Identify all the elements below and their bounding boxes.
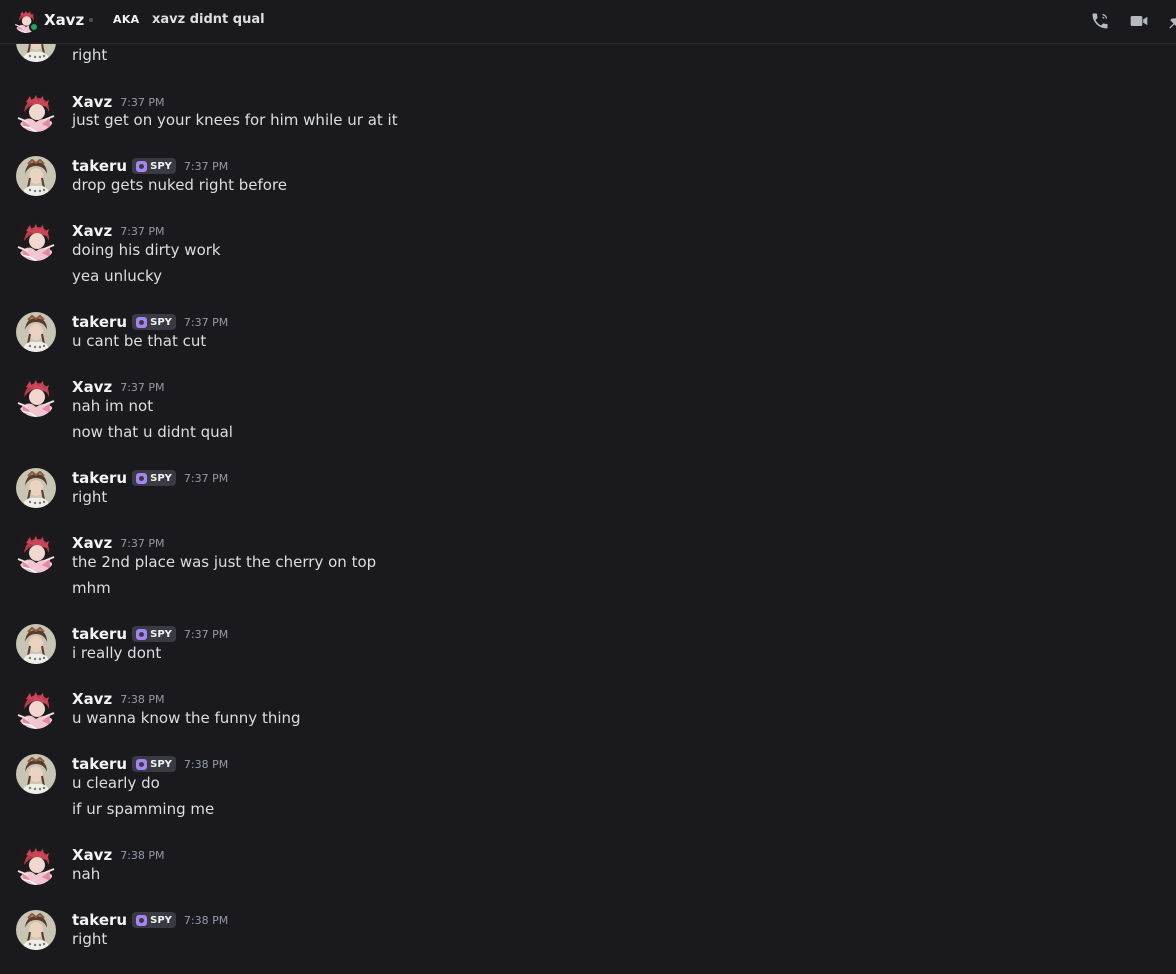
tag-icon (136, 628, 148, 640)
message-header: Xavz 7:37 PM (72, 221, 165, 241)
message-header: takeru SPY 7:37 PM (72, 156, 228, 176)
header-username[interactable]: Xavz (44, 11, 84, 29)
tag-label: SPY (150, 316, 172, 328)
message-text: drop gets nuked right before (72, 176, 288, 194)
message-header: Xavz 7:37 PM (72, 92, 165, 112)
message-text: nah im not (72, 397, 154, 415)
message-text: right (72, 46, 108, 64)
message-header: takeru SPY 7:37 PM (72, 624, 228, 644)
message-header: takeru SPY 7:38 PM (72, 910, 228, 930)
author-name[interactable]: takeru (72, 755, 127, 773)
message-text: right (72, 488, 108, 506)
online-status-icon (29, 22, 39, 32)
author-name[interactable]: Xavz (72, 690, 112, 708)
timestamp[interactable]: 7:37 PM (184, 160, 228, 173)
message-text: the 2nd place was just the cherry on top (72, 553, 377, 571)
timestamp[interactable]: 7:38 PM (184, 914, 228, 927)
tag-label: SPY (150, 628, 172, 640)
message-header: Xavz 7:37 PM (72, 377, 165, 397)
author-name[interactable]: Xavz (72, 534, 112, 552)
message-text: nah (72, 865, 101, 883)
message-text: right (72, 930, 108, 948)
author-name[interactable]: takeru (72, 911, 127, 929)
video-call-icon[interactable] (1128, 10, 1150, 32)
author-name[interactable]: Xavz (72, 846, 112, 864)
timestamp[interactable]: 7:37 PM (120, 381, 164, 394)
message-header: takeru SPY 7:38 PM (72, 754, 228, 774)
timestamp[interactable]: 7:37 PM (184, 472, 228, 485)
timestamp[interactable]: 7:38 PM (120, 693, 164, 706)
avatar[interactable] (16, 377, 56, 417)
message-text: i really dont (72, 644, 162, 662)
message-header: Xavz 7:38 PM (72, 689, 165, 709)
server-tag[interactable]: SPY (132, 314, 176, 330)
message-text: mhm (72, 579, 111, 597)
timestamp[interactable]: 7:37 PM (120, 96, 164, 109)
tag-label: SPY (150, 472, 172, 484)
tag-label: SPY (150, 160, 172, 172)
server-tag[interactable]: SPY (132, 626, 176, 642)
message-header: takeru SPY 7:37 PM (72, 468, 228, 488)
pin-icon[interactable] (1165, 10, 1176, 32)
avatar[interactable] (16, 221, 56, 261)
tag-icon (136, 472, 148, 484)
author-name[interactable]: takeru (72, 469, 127, 487)
server-tag[interactable]: SPY (132, 470, 176, 486)
timestamp[interactable]: 7:37 PM (120, 537, 164, 550)
timestamp[interactable]: 7:38 PM (120, 849, 164, 862)
message-text: u cant be that cut (72, 332, 207, 350)
server-tag[interactable]: SPY (132, 756, 176, 772)
message-text: u clearly do (72, 774, 160, 792)
message-header: Xavz 7:37 PM (72, 533, 165, 553)
header-separator (89, 18, 93, 22)
message-list: right Xavz 7:37 PM just get on your knee… (0, 0, 1176, 974)
avatar[interactable] (16, 689, 56, 729)
server-tag[interactable]: SPY (132, 158, 176, 174)
author-name[interactable]: Xavz (72, 222, 112, 240)
avatar[interactable] (16, 624, 56, 664)
author-name[interactable]: Xavz (72, 378, 112, 396)
timestamp[interactable]: 7:37 PM (184, 628, 228, 641)
voice-call-icon[interactable] (1089, 10, 1111, 32)
aka-nickname[interactable]: xavz didnt qual (152, 12, 265, 27)
aka-label: AKA (113, 13, 140, 26)
message-header: Xavz 7:38 PM (72, 845, 165, 865)
message-header: takeru SPY 7:37 PM (72, 312, 228, 332)
author-name[interactable]: takeru (72, 625, 127, 643)
avatar[interactable] (16, 910, 56, 950)
timestamp[interactable]: 7:37 PM (184, 316, 228, 329)
avatar[interactable] (16, 92, 56, 132)
author-name[interactable]: takeru (72, 157, 127, 175)
author-name[interactable]: Xavz (72, 93, 112, 111)
tag-label: SPY (150, 914, 172, 926)
avatar[interactable] (16, 156, 56, 196)
message-text: yea unlucky (72, 267, 163, 285)
channel-header: Xavz AKA xavz didnt qual (0, 0, 1176, 44)
author-name[interactable]: takeru (72, 313, 127, 331)
tag-icon (136, 160, 148, 172)
avatar[interactable] (16, 312, 56, 352)
server-tag[interactable]: SPY (132, 912, 176, 928)
avatar[interactable] (16, 845, 56, 885)
tag-icon (136, 914, 148, 926)
message-text: just get on your knees for him while ur … (72, 111, 398, 129)
avatar[interactable] (16, 754, 56, 794)
message-text: u wanna know the funny thing (72, 709, 301, 727)
tag-icon (136, 758, 148, 770)
avatar[interactable] (16, 533, 56, 573)
message-text: if ur spamming me (72, 800, 215, 818)
timestamp[interactable]: 7:37 PM (120, 225, 164, 238)
message-text: doing his dirty work (72, 241, 221, 259)
message-text: now that u didnt qual (72, 423, 233, 441)
tag-label: SPY (150, 758, 172, 770)
avatar[interactable] (16, 468, 56, 508)
timestamp[interactable]: 7:38 PM (184, 758, 228, 771)
tag-icon (136, 316, 148, 328)
